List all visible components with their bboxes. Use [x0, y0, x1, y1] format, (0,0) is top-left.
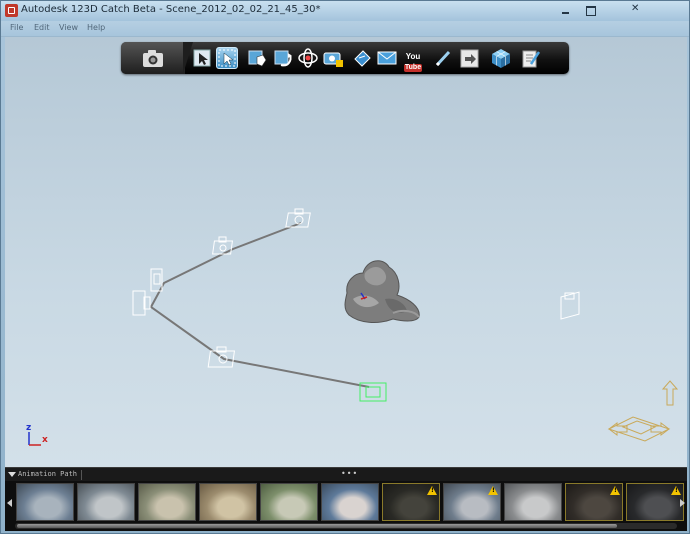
youtube-you-text: You: [405, 52, 421, 61]
menu-view[interactable]: View: [59, 23, 78, 32]
menu-help[interactable]: Help: [87, 23, 105, 32]
edit-pen-icon: [435, 50, 451, 67]
photo-thumbnail[interactable]: [626, 483, 684, 521]
app-logo-icon[interactable]: [5, 4, 18, 17]
photo-thumbnail[interactable]: [16, 483, 74, 521]
document-edit-icon: [522, 50, 541, 68]
camera-icon: [143, 50, 163, 67]
pan-icon: [248, 50, 267, 67]
rotate-tool[interactable]: [272, 47, 294, 69]
export-tool[interactable]: [459, 47, 481, 69]
camera-wireframe[interactable]: [285, 208, 311, 228]
scrollbar-thumb[interactable]: [17, 524, 617, 528]
mesh-cube-tool[interactable]: [490, 47, 512, 69]
email-tool[interactable]: [376, 47, 398, 69]
camera-view-tool[interactable]: [322, 47, 344, 69]
mesh-cube-icon: [492, 49, 510, 68]
photo-thumbnail[interactable]: [260, 483, 318, 521]
scene-canvas[interactable]: [5, 37, 687, 467]
camera-mode-tab[interactable]: [121, 42, 193, 74]
share-tool[interactable]: [351, 47, 373, 69]
filmstrip-scroll-right-button[interactable]: [677, 481, 687, 525]
3d-scanned-statue[interactable]: [344, 260, 420, 323]
photo-thumbnail[interactable]: [138, 483, 196, 521]
axis-x-label: x: [42, 435, 48, 445]
filmstrip-scroll-left-button[interactable]: [5, 481, 15, 525]
youtube-tool[interactable]: You Tube: [402, 47, 424, 72]
warning-icon: [488, 486, 498, 495]
edit-pen-tool[interactable]: [432, 47, 454, 69]
divider: [81, 470, 82, 480]
youtube-icon: You Tube: [403, 53, 423, 72]
orbit-tool[interactable]: [297, 47, 319, 69]
select-arrow-icon: [193, 49, 211, 67]
camera-wireframe[interactable]: [560, 291, 580, 320]
3d-viewport[interactable]: z x You Tube: [5, 37, 687, 467]
photo-thumbnail[interactable]: [77, 483, 135, 521]
share-icon: [354, 50, 371, 67]
menu-bar: File Edit View Help: [1, 21, 689, 37]
collapse-arrow-icon[interactable]: [8, 472, 16, 477]
main-toolbar: You Tube: [121, 42, 569, 74]
email-icon: [377, 51, 397, 65]
photo-thumbnail[interactable]: [504, 483, 562, 521]
warning-icon: [610, 486, 620, 495]
orbit-icon: [298, 48, 318, 68]
timeline-title: Animation Path: [18, 470, 78, 478]
resize-grip[interactable]: •••: [341, 469, 358, 478]
timeline-header: Animation Path •••: [5, 467, 687, 482]
photo-thumbnail[interactable]: [321, 483, 379, 521]
menu-edit[interactable]: Edit: [34, 23, 50, 32]
youtube-tube-text: Tube: [403, 64, 423, 72]
app-window: Autodesk 123D Catch Beta - Scene_2012_02…: [0, 0, 690, 534]
camera-view-icon: [323, 52, 343, 67]
filmstrip-scrollbar[interactable]: [15, 523, 677, 529]
window-title: Autodesk 123D Catch Beta - Scene_2012_02…: [21, 4, 321, 15]
camera-wireframe[interactable]: [132, 290, 151, 316]
axis-indicator: [28, 432, 41, 446]
select-region-icon: [218, 49, 236, 67]
export-icon: [460, 49, 479, 68]
select-region-tool[interactable]: [216, 47, 238, 69]
photo-thumbnail[interactable]: [382, 483, 440, 521]
minimize-button[interactable]: [554, 2, 576, 19]
close-button[interactable]: [605, 2, 687, 19]
photo-thumbnail[interactable]: [565, 483, 623, 521]
camera-path-line: [149, 222, 370, 388]
photo-thumbnail[interactable]: [199, 483, 257, 521]
menu-file[interactable]: File: [10, 23, 23, 32]
maximize-button[interactable]: [579, 2, 601, 19]
rotate-icon: [274, 50, 292, 67]
photo-filmstrip: [5, 481, 687, 531]
warning-icon: [427, 486, 437, 495]
axis-z-label: z: [26, 423, 32, 433]
pan-tool[interactable]: [247, 47, 269, 69]
title-bar[interactable]: Autodesk 123D Catch Beta - Scene_2012_02…: [1, 1, 689, 21]
view-cube-arrows-icon[interactable]: [607, 380, 679, 442]
select-arrow-tool[interactable]: [191, 47, 213, 69]
photo-thumbnail[interactable]: [443, 483, 501, 521]
document-edit-tool[interactable]: [520, 47, 542, 69]
